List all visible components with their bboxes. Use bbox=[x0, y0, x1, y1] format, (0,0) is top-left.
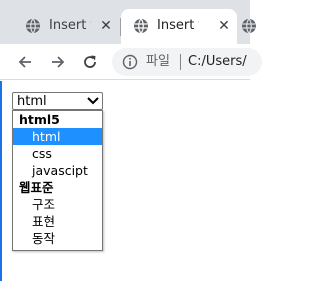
tab-title: Insert tit bbox=[157, 18, 199, 33]
tab-active[interactable]: Insert tit ✕ bbox=[121, 9, 237, 44]
browser-toolbar: 파일 C:/Users/ bbox=[0, 44, 262, 80]
tab-inactive[interactable]: Insert tit ✕ bbox=[0, 9, 120, 44]
globe-icon bbox=[26, 18, 40, 34]
dropdown-list: html5 html css javascipt 웹표준 구조 표현 동작 bbox=[12, 110, 103, 251]
option-item[interactable]: javascipt bbox=[13, 162, 102, 179]
globe-icon[interactable] bbox=[241, 18, 257, 34]
select-dropdown[interactable]: html bbox=[12, 92, 103, 110]
url-text[interactable]: C:/Users/ bbox=[188, 54, 247, 70]
tab-strip: Insert tit ✕ Insert tit ✕ bbox=[0, 0, 256, 44]
optgroup-label: 웹표준 bbox=[19, 180, 54, 195]
globe-icon bbox=[134, 18, 148, 34]
option-item[interactable]: 표현 bbox=[13, 213, 102, 230]
back-button[interactable] bbox=[13, 50, 37, 74]
address-bar[interactable]: 파일 C:/Users/ bbox=[112, 48, 262, 76]
forward-button[interactable] bbox=[46, 50, 70, 74]
option-item[interactable]: 동작 bbox=[13, 230, 102, 247]
reload-icon bbox=[84, 55, 96, 68]
site-label: 파일 bbox=[146, 54, 170, 69]
option-item[interactable]: 구조 bbox=[13, 196, 102, 213]
arrow-right-icon bbox=[52, 56, 65, 68]
address-separator bbox=[180, 54, 181, 70]
select-value: html bbox=[17, 94, 47, 109]
option-item[interactable]: html bbox=[13, 128, 102, 145]
chevron-down-icon bbox=[87, 97, 99, 105]
close-icon[interactable]: ✕ bbox=[216, 17, 232, 35]
info-icon[interactable] bbox=[122, 54, 138, 70]
option-item[interactable]: css bbox=[13, 145, 102, 162]
page-viewport: html html5 html css javascipt 웹표준 구조 표현 … bbox=[0, 81, 250, 281]
reload-button[interactable] bbox=[78, 50, 102, 74]
window-edge bbox=[0, 81, 2, 281]
tab-title: Insert tit bbox=[49, 18, 91, 33]
close-icon[interactable]: ✕ bbox=[98, 17, 114, 35]
optgroup-label: html5 bbox=[19, 112, 60, 127]
arrow-left-icon bbox=[18, 56, 31, 68]
